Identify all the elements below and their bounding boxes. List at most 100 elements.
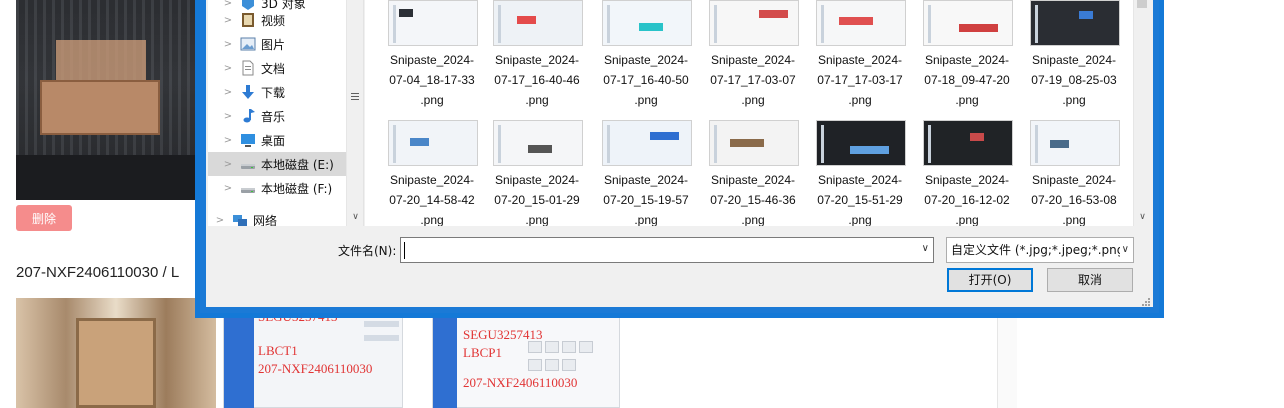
nav-item[interactable]: > 桌面 — [208, 128, 348, 152]
stamp-line: SEGU3257413 — [463, 327, 543, 342]
delete-button[interactable]: 删除 — [16, 205, 72, 231]
chevron-right-icon[interactable]: > — [220, 159, 236, 170]
nav-item[interactable]: > 音乐 — [208, 104, 348, 128]
thumbnail-detail — [607, 5, 610, 43]
file-name-line: 07-17_17-03-17 — [817, 73, 903, 87]
file-item[interactable]: Snipaste_2024- 07-20_15-46-36 .png — [701, 112, 805, 226]
nav-item-label: 文档 — [261, 61, 286, 76]
nav-item-label: 图片 — [261, 37, 286, 52]
file-name-line: Snipaste_2024- — [817, 173, 903, 187]
file-item[interactable]: Snipaste_2024- 07-20_16-12-02 .png — [915, 112, 1019, 226]
text-caret — [404, 242, 405, 259]
music-icon — [240, 108, 256, 124]
file-name-line: 07-17_17-03-07 — [710, 73, 796, 87]
file-name-line: Snipaste_2024- — [603, 173, 689, 187]
thumbnail-detail — [970, 133, 984, 141]
nav-item-label: 下载 — [261, 85, 286, 100]
nav-item-label: 桌面 — [261, 133, 286, 148]
resize-grip-icon[interactable] — [1140, 296, 1150, 306]
nav-item[interactable]: > 下载 — [208, 80, 348, 104]
nav-item[interactable]: > 本地磁盘 (F:) — [208, 176, 348, 200]
thumbnail-detail — [730, 139, 764, 147]
nav-scrollbar[interactable]: ∨ — [346, 0, 363, 226]
chevron-right-icon[interactable]: > — [220, 87, 236, 98]
chevron-right-icon[interactable]: > — [212, 215, 228, 226]
thumbnail-detail — [1035, 5, 1038, 43]
nav-item[interactable]: > 图片 — [208, 32, 348, 56]
chevron-right-icon[interactable]: > — [220, 39, 236, 50]
file-item[interactable]: Snipaste_2024- 07-17_17-03-07 .png — [701, 0, 805, 107]
file-item[interactable]: Snipaste_2024- 07-20_16-53-08 .png — [1022, 112, 1126, 226]
scroll-down-arrow-icon[interactable]: ∨ — [1134, 209, 1151, 224]
nav-item-label: 视频 — [261, 13, 286, 28]
filename-field[interactable]: ∨ — [400, 237, 934, 263]
filename-input[interactable] — [403, 240, 913, 260]
nav-item-label: 网络 — [253, 213, 278, 227]
file-type-value: 自定义文件 (*.jpg;*.jpeg;*.png — [951, 243, 1125, 257]
nav-item[interactable]: > 网络 — [208, 208, 340, 226]
thumbnail-detail — [639, 23, 663, 31]
file-name-line: .png — [741, 213, 765, 226]
scroll-thumb[interactable] — [1137, 0, 1147, 8]
nav-item[interactable]: > 本地磁盘 (E:) — [208, 152, 348, 176]
thumbnail-detail — [528, 145, 552, 153]
nav-item-label: 音乐 — [261, 109, 286, 124]
thumbnail-detail — [759, 10, 788, 18]
cancel-button[interactable]: 取消 — [1047, 268, 1133, 292]
file-item[interactable]: Snipaste_2024- 07-19_08-25-03 .png — [1022, 0, 1126, 107]
form-row — [364, 335, 399, 341]
file-name-line: Snipaste_2024- — [817, 53, 903, 67]
file-item[interactable]: Snipaste_2024- 07-20_15-51-29 .png — [808, 112, 912, 226]
thumbnail-detail — [607, 125, 610, 163]
file-type-select[interactable]: 自定义文件 (*.jpg;*.jpeg;*.png ∨ — [946, 237, 1134, 263]
files-scrollbar[interactable]: ∨ — [1133, 0, 1150, 226]
nav-item[interactable]: > 视频 — [208, 8, 348, 32]
file-name-line: .png — [955, 213, 979, 226]
network-icon — [232, 212, 248, 226]
thumbnail-detail — [928, 5, 931, 43]
chevron-right-icon[interactable]: > — [220, 63, 236, 74]
file-name-line: .png — [741, 93, 765, 107]
file-thumbnail — [1030, 120, 1120, 166]
file-item[interactable]: Snipaste_2024- 07-18_09-47-20 .png — [915, 0, 1019, 107]
file-name-line: .png — [848, 213, 872, 226]
filename-label: 文件名(N): — [338, 244, 397, 258]
chevron-right-icon[interactable]: > — [220, 15, 236, 26]
documents-icon — [240, 60, 256, 76]
chevron-down-icon[interactable]: ∨ — [1119, 238, 1129, 262]
file-name-line: .png — [420, 213, 444, 226]
page-scroll-panel — [997, 300, 1017, 408]
file-item[interactable]: Snipaste_2024- 07-17_16-40-46 .png — [485, 0, 589, 107]
open-button[interactable]: 打开(O) — [947, 268, 1033, 292]
container-photo[interactable] — [16, 0, 202, 200]
file-item[interactable]: Snipaste_2024- 07-20_15-01-29 .png — [485, 112, 589, 226]
file-name-line: Snipaste_2024- — [603, 53, 689, 67]
thumbnail-detail — [1079, 11, 1093, 19]
file-item[interactable]: Snipaste_2024- 07-20_14-58-42 .png — [380, 112, 484, 226]
chevron-right-icon[interactable]: > — [220, 183, 236, 194]
file-item[interactable]: Snipaste_2024- 07-17_16-40-50 .png — [594, 0, 698, 107]
file-item[interactable]: Snipaste_2024- 07-04_18-17-33 .png — [380, 0, 484, 107]
cargo-stack — [56, 40, 146, 80]
container-interior-photo[interactable] — [16, 298, 216, 408]
chevron-right-icon[interactable]: > — [220, 111, 236, 122]
file-list[interactable]: Snipaste_2024- 07-04_18-17-33 .png Snipaste… — [365, 0, 1133, 226]
screenshot-photo-b[interactable]: SEGU3257413 LBCP1 207-NXF2406110030 — [432, 298, 620, 408]
nav-item[interactable]: > 文档 — [208, 56, 348, 80]
thumbnail-detail — [1035, 125, 1038, 163]
file-item[interactable]: Snipaste_2024- 07-20_15-19-57 .png — [594, 112, 698, 226]
file-thumbnail — [602, 120, 692, 166]
thumbnail — [545, 359, 559, 371]
scroll-down-arrow-icon[interactable]: ∨ — [347, 209, 364, 224]
thumbnail — [562, 341, 576, 353]
screenshot-photo-a[interactable]: SEGU3257413 LBCT1 207-NXF2406110030 — [223, 298, 403, 408]
file-name-line: Snipaste_2024- — [389, 53, 475, 67]
screen: 删除 207-NXF2406110030 / L SEGU3257413 LBC… — [0, 0, 1284, 408]
file-name-line: .png — [955, 93, 979, 107]
file-item[interactable]: Snipaste_2024- 07-17_17-03-17 .png — [808, 0, 912, 107]
file-thumbnail — [493, 0, 583, 46]
chevron-down-icon[interactable]: ∨ — [922, 243, 929, 254]
thumbnail-detail — [714, 125, 717, 163]
navigation-pane[interactable]: >3D 对象 > 视频 > 图片 > 文档 > 下载 > 音乐 > 桌面 > 本地磁盘 (E:) > 本地磁盘 … — [208, 0, 364, 226]
chevron-right-icon[interactable]: > — [220, 135, 236, 146]
